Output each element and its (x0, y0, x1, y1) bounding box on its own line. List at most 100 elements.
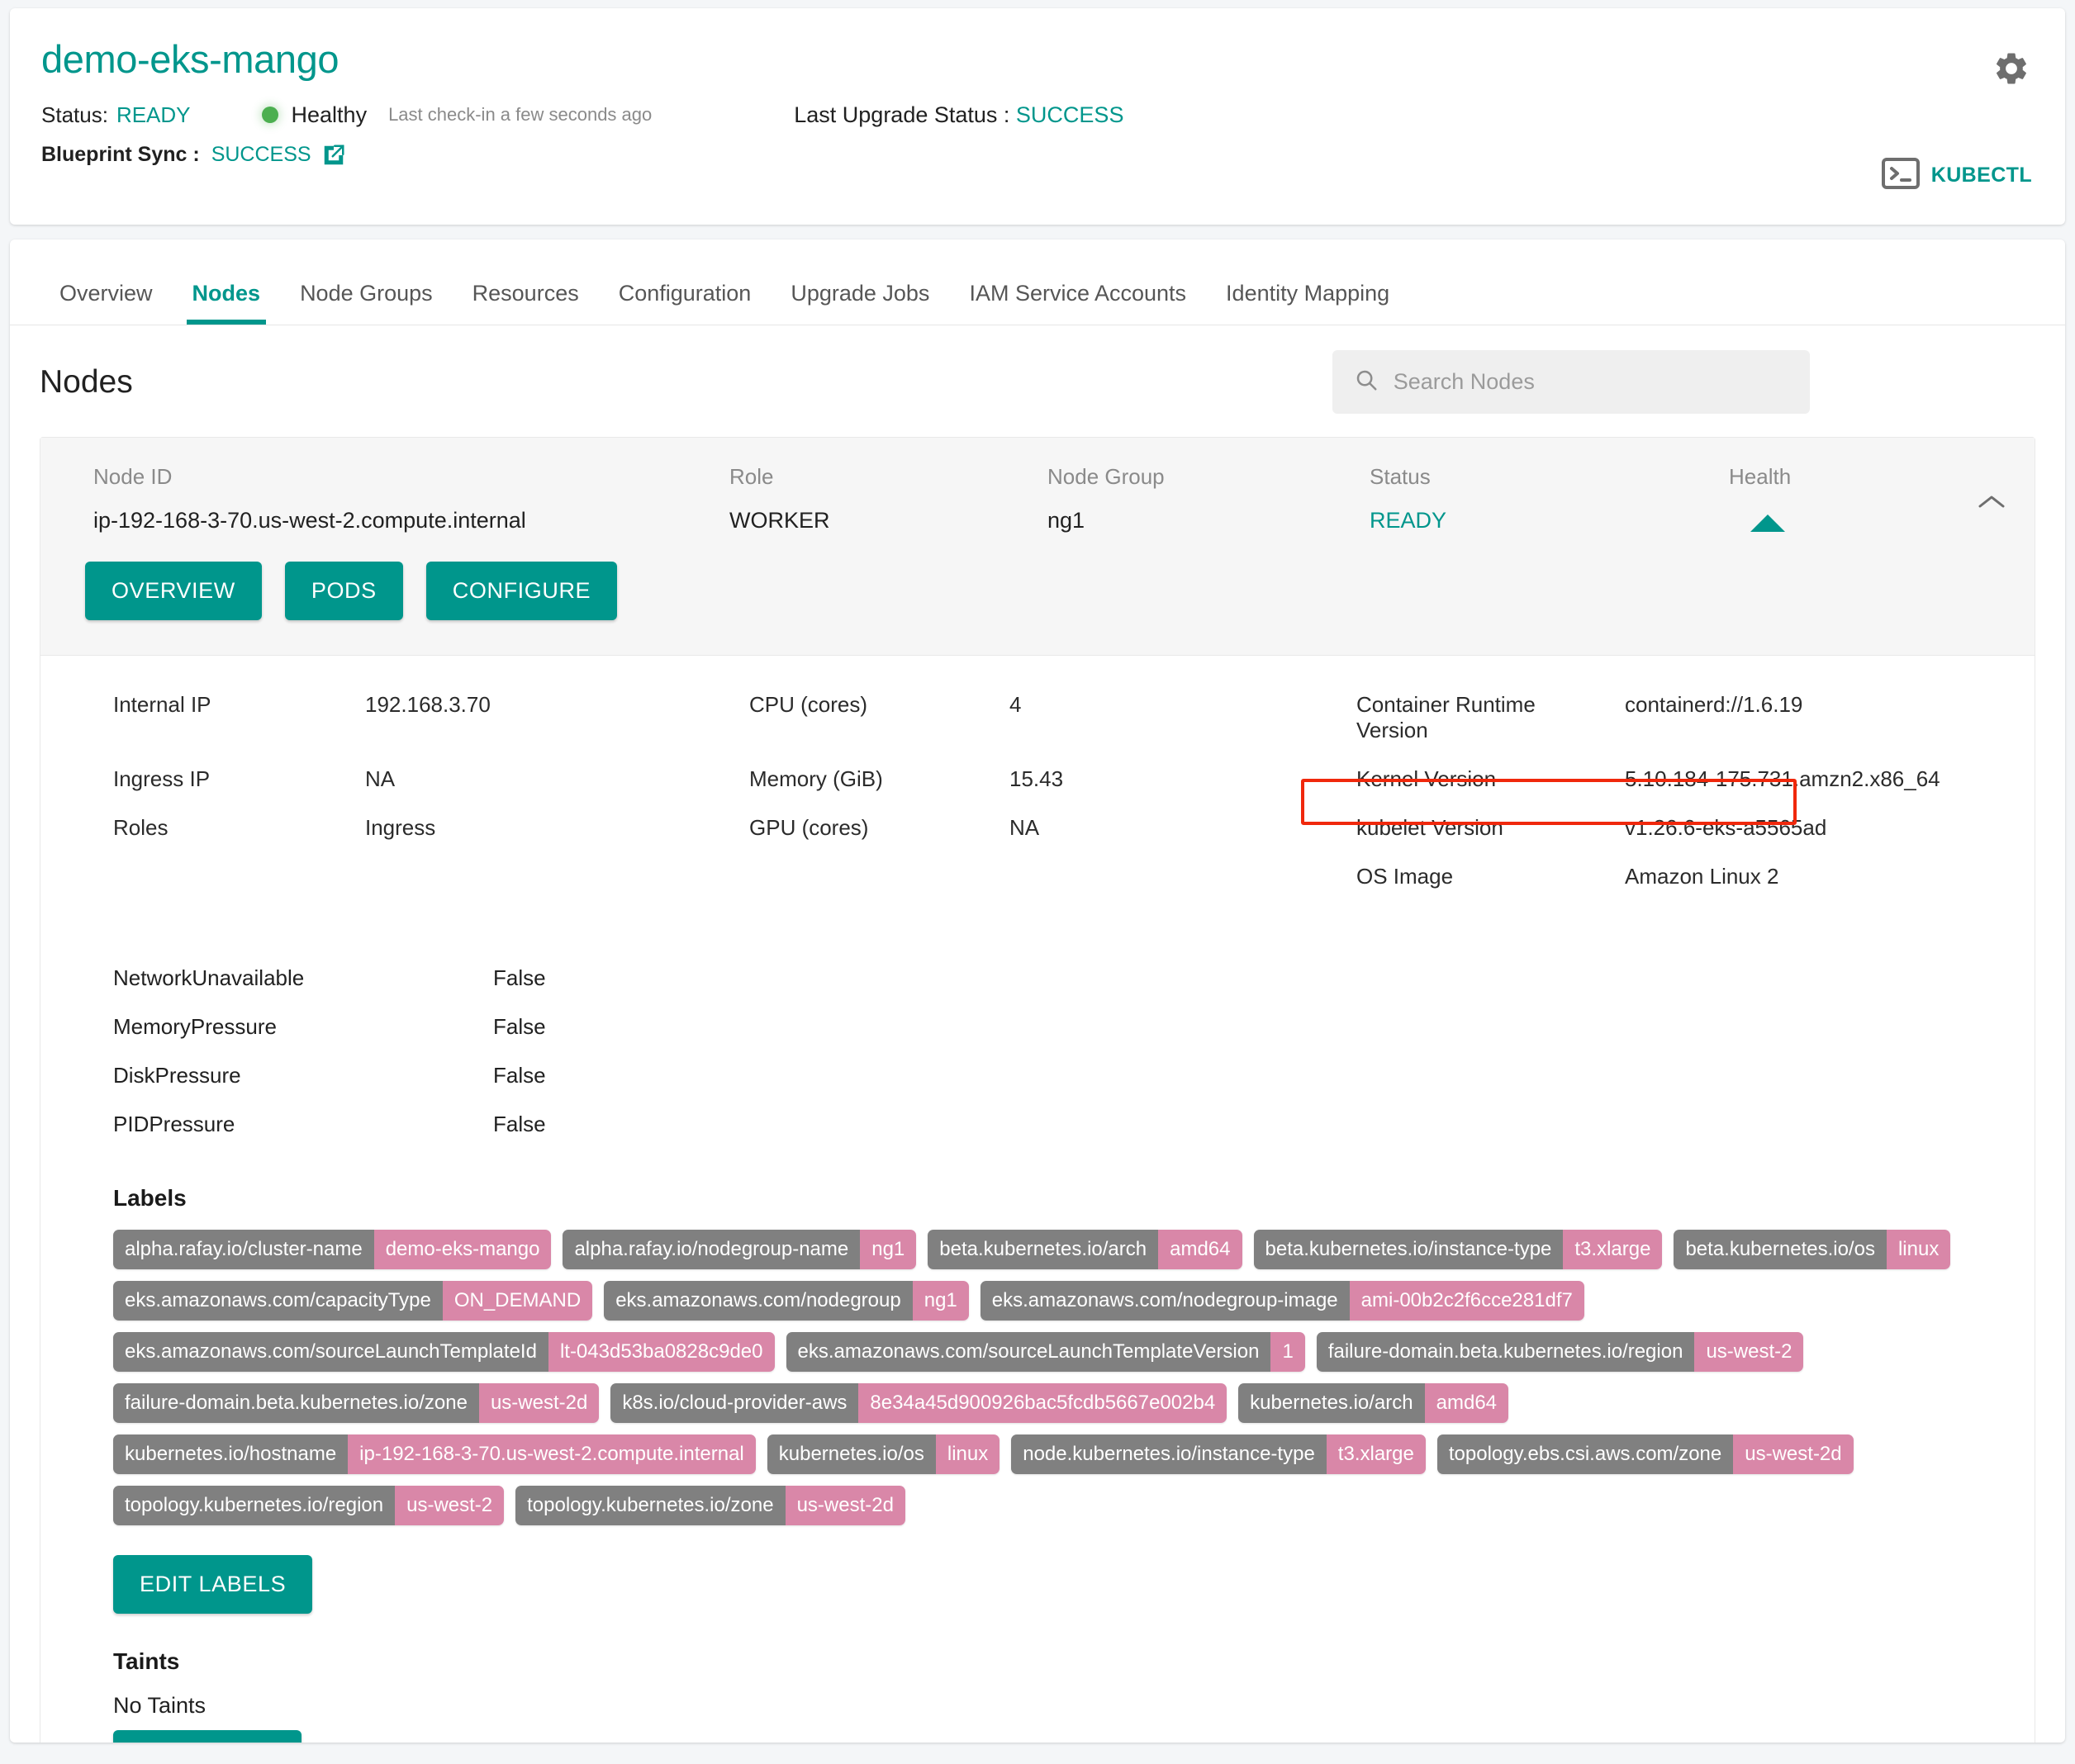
detail-key-memory: Memory (GiB) (749, 766, 883, 791)
label-chip: eks.amazonaws.com/capacityType ON_DEMAND (113, 1281, 593, 1321)
condition-val-diskpressure: False (493, 1063, 546, 1088)
detail-key-container-runtime: Container Runtime Version (1356, 692, 1536, 742)
label-chip-value: us-west-2d (785, 1486, 905, 1525)
label-chip: beta.kubernetes.io/os linux (1674, 1230, 1951, 1269)
label-chip-value: ami-00b2c2f6cce281df7 (1349, 1281, 1584, 1321)
detail-val-memory: 15.43 (1009, 766, 1064, 791)
label-chip-key: beta.kubernetes.io/arch (928, 1230, 1159, 1269)
label-chip: node.kubernetes.io/instance-type t3.xlarg… (1011, 1434, 1426, 1474)
status-label: Status: (41, 102, 108, 127)
collapse-chevron-up-icon[interactable] (1977, 493, 2006, 515)
section-title: Nodes (40, 363, 133, 400)
label-chip-value: us-west-2 (1694, 1332, 1804, 1372)
condition-val-networkunavailable: False (493, 965, 546, 990)
label-chip-key: topology.kubernetes.io/zone (515, 1486, 786, 1525)
tab-iam-service-accounts[interactable]: IAM Service Accounts (949, 281, 1206, 325)
condition-key-memorypressure: MemoryPressure (113, 1014, 277, 1039)
node-card: Node ID Role Node Group Status Health ip… (40, 437, 2035, 1743)
node-role-value: WORKER (729, 508, 830, 533)
tab-overview[interactable]: Overview (40, 281, 173, 325)
node-id-value: ip-192-168-3-70.us-west-2.compute.intern… (93, 508, 526, 533)
column-header-node-id: Node ID (93, 464, 173, 489)
node-header-grid: Node ID Role Node Group Status Health ip… (40, 464, 2035, 533)
condition-key-pidpressure: PIDPressure (113, 1112, 235, 1136)
kubectl-label: KUBECTL (1930, 164, 2032, 187)
edit-labels-button[interactable]: EDIT LABELS (113, 1555, 313, 1614)
detail-val-os-image: Amazon Linux 2 (1625, 864, 1779, 889)
taints-section: Taints No Taints ADD TAINTS (40, 1614, 2035, 1743)
condition-key-diskpressure: DiskPressure (113, 1063, 241, 1088)
label-chip: eks.amazonaws.com/nodegroup-image ami-00b… (980, 1281, 1584, 1321)
label-chip-key: alpha.rafay.io/cluster-name (113, 1230, 374, 1269)
label-chip-value: amd64 (1424, 1383, 1509, 1423)
cluster-status-row: Status: READY Healthy Last check-in a fe… (41, 102, 2032, 128)
main-content-card: Overview Nodes Node Groups Resources Con… (10, 239, 2065, 1743)
detail-key-ingress-ip: Ingress IP (113, 766, 211, 791)
overview-button[interactable]: OVERVIEW (85, 562, 262, 620)
label-chip: failure-domain.beta.kubernetes.io/region… (1316, 1332, 1804, 1372)
label-chip: kubernetes.io/hostname ip-192-168-3-70.us… (113, 1434, 756, 1474)
tab-node-groups[interactable]: Node Groups (280, 281, 453, 325)
label-chip-key: kubernetes.io/arch (1238, 1383, 1425, 1423)
label-chip-value: t3.xlarge (1563, 1230, 1663, 1269)
column-header-health: Health (1729, 464, 1792, 489)
label-chip-value: amd64 (1158, 1230, 1242, 1269)
label-chip-key: beta.kubernetes.io/instance-type (1253, 1230, 1564, 1269)
column-header-role: Role (729, 464, 774, 489)
label-chip: beta.kubernetes.io/arch amd64 (928, 1230, 1242, 1269)
label-chip-value: demo-eks-mango (373, 1230, 552, 1269)
tab-bar: Overview Nodes Node Groups Resources Con… (10, 239, 2065, 325)
last-upgrade-label: Last Upgrade Status : (794, 102, 1010, 127)
detail-val-container-runtime: containerd://1.6.19 (1625, 692, 1803, 717)
taints-title: Taints (113, 1648, 180, 1674)
label-chip-key: eks.amazonaws.com/nodegroup (604, 1281, 913, 1321)
blueprint-sync-value: SUCCESS (211, 143, 311, 167)
label-chip-value: 8e34a45d900926bac5fcdb5667e002b4 (858, 1383, 1227, 1423)
node-health-up-icon (1729, 508, 1982, 533)
detail-key-kernel-version: Kernel Version (1356, 766, 1497, 791)
tab-identity-mapping[interactable]: Identity Mapping (1206, 281, 1409, 325)
cluster-header-card: demo-eks-mango Status: READY Healthy Las… (10, 8, 2065, 225)
label-chip-value: ip-192-168-3-70.us-west-2.compute.intern… (348, 1434, 756, 1474)
detail-key-cpu: CPU (cores) (749, 692, 868, 717)
search-input[interactable] (1393, 369, 1788, 395)
node-card-body: Internal IP 192.168.3.70 CPU (cores) 4 C… (40, 656, 2035, 1743)
search-nodes-box[interactable] (1332, 350, 1810, 414)
tab-upgrade-jobs[interactable]: Upgrade Jobs (771, 281, 949, 325)
no-taints-text: No Taints (113, 1693, 207, 1718)
tab-resources[interactable]: Resources (453, 281, 599, 325)
settings-gear-icon[interactable] (1992, 50, 2030, 88)
configure-button[interactable]: CONFIGURE (425, 562, 618, 620)
tab-nodes[interactable]: Nodes (173, 281, 281, 325)
last-checkin-text: Last check-in a few seconds ago (388, 104, 653, 126)
label-chip-value: linux (935, 1434, 1000, 1474)
label-chip-key: topology.kubernetes.io/region (113, 1486, 396, 1525)
tab-configuration[interactable]: Configuration (599, 281, 772, 325)
label-chip-key: topology.ebs.csi.aws.com/zone (1436, 1434, 1734, 1474)
detail-val-gpu: NA (1009, 815, 1040, 840)
last-upgrade-value: SUCCESS (1015, 102, 1124, 127)
external-link-icon[interactable] (321, 143, 346, 168)
detail-val-internal-ip: 192.168.3.70 (365, 692, 491, 717)
label-chip-value: 1 (1270, 1332, 1305, 1372)
label-chip: kubernetes.io/arch amd64 (1238, 1383, 1509, 1423)
pods-button[interactable]: PODS (284, 562, 403, 620)
condition-key-networkunavailable: NetworkUnavailable (113, 965, 305, 990)
label-chip: eks.amazonaws.com/sourceLaunchTemplateId… (113, 1332, 775, 1372)
kubectl-button[interactable]: KUBECTL (1881, 158, 2032, 193)
label-chip: alpha.rafay.io/nodegroup-name ng1 (563, 1230, 917, 1269)
column-header-status: Status (1370, 464, 1431, 489)
label-chip: kubernetes.io/os linux (767, 1434, 1000, 1474)
column-header-node-group: Node Group (1047, 464, 1165, 489)
label-chip-key: k8s.io/cloud-provider-aws (610, 1383, 859, 1423)
edit-labels-wrap: EDIT LABELS (40, 1525, 2035, 1614)
add-taints-button[interactable]: ADD TAINTS (113, 1730, 302, 1743)
labels-title: Labels (113, 1185, 187, 1211)
detail-key-internal-ip: Internal IP (113, 692, 211, 717)
detail-val-ingress-ip: NA (365, 766, 396, 791)
label-chip-key: beta.kubernetes.io/os (1674, 1230, 1887, 1269)
node-status-value: READY (1370, 508, 1447, 533)
label-chip-key: eks.amazonaws.com/nodegroup-image (980, 1281, 1350, 1321)
page-title: demo-eks-mango (41, 37, 340, 81)
node-action-buttons: OVERVIEW PODS CONFIGURE (40, 533, 2035, 656)
